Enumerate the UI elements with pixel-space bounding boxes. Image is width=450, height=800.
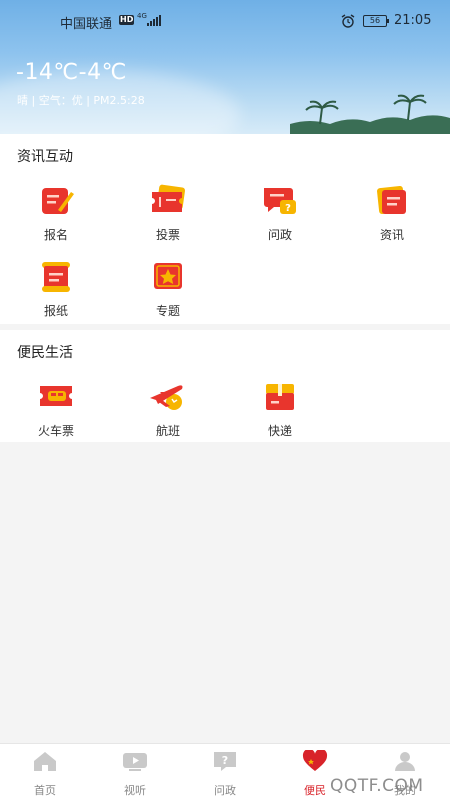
status-bar: 中国联通 HD 4G 56 21:05 [0, 12, 450, 32]
grid-item-topic[interactable]: 专题 [128, 260, 208, 319]
airplane-icon [150, 385, 183, 410]
grid-item-news[interactable]: 资讯 [352, 184, 432, 243]
video-play-icon [123, 753, 147, 771]
tab-home[interactable]: 首页 [0, 750, 90, 798]
palm-trees-decoration [290, 94, 450, 134]
grid-item-express[interactable]: 快递 [240, 380, 320, 439]
question-chat-icon: ? [264, 188, 296, 214]
air-quality-info: 晴 | 空气：优 | PM2.5:28 [17, 94, 145, 107]
temperature-range: -14℃-4℃ [16, 60, 127, 85]
network-type: 4G [137, 12, 147, 20]
heart-icon [302, 748, 328, 771]
status-time: 21:05 [394, 13, 432, 28]
alarm-icon [341, 14, 355, 28]
hd-badge: HD [119, 15, 135, 25]
signup-pencil-icon [42, 188, 74, 214]
section-title: 便民生活 [17, 345, 73, 361]
user-icon [395, 752, 415, 771]
question-icon: ? [214, 752, 236, 771]
train-ticket-icon [40, 386, 72, 406]
home-icon [34, 752, 56, 771]
tab-inquiry[interactable]: ? 问政 [180, 750, 270, 798]
section-news-interaction: 资讯互动 报名 投票 ? 问政 资讯 报纸 专题 [0, 134, 450, 324]
grid-item-signup[interactable]: 报名 [16, 184, 96, 243]
battery-icon: 56 [363, 15, 389, 27]
section-convenience-life: 便民生活 火车票 航班 快递 [0, 330, 450, 442]
carrier-name: 中国联通 [60, 17, 113, 32]
grid-item-inquiry[interactable]: ? 问政 [240, 184, 320, 243]
svg-text:?: ? [222, 754, 228, 767]
svg-text:?: ? [285, 203, 291, 214]
section-title: 资讯互动 [17, 149, 73, 165]
watermark: QQTF.COM [330, 776, 424, 796]
grid-item-newspaper[interactable]: 报纸 [16, 260, 96, 319]
grid-item-flight[interactable]: 航班 [128, 380, 208, 439]
topic-star-icon [154, 263, 182, 289]
newspaper-scroll-icon [42, 262, 70, 292]
tab-video[interactable]: 视听 [90, 750, 180, 798]
weather-header: 中国联通 HD 4G 56 21:05 -14℃-4℃ 晴 | 空气：优 | P… [0, 0, 450, 134]
news-doc-icon [377, 186, 406, 214]
parcel-box-icon [266, 384, 294, 410]
grid-item-train-ticket[interactable]: 火车票 [16, 380, 96, 439]
grid-item-vote[interactable]: 投票 [128, 184, 208, 243]
vote-ticket-icon [152, 184, 186, 212]
signal-icon [147, 15, 161, 26]
